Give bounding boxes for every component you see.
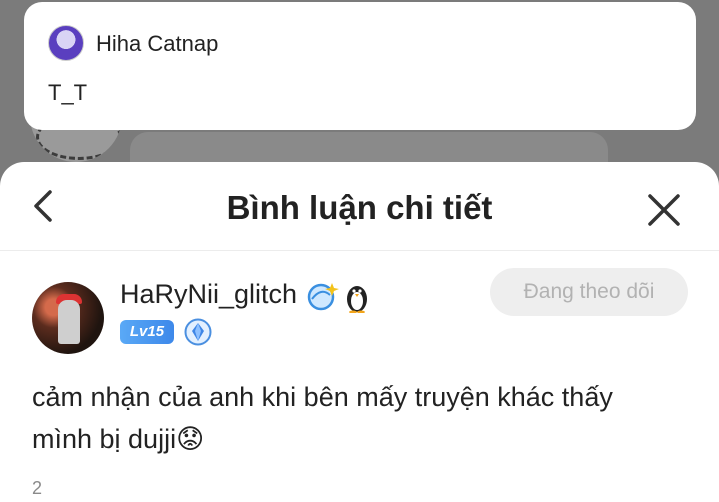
comment-text: cảm nhận của anh khi bên mấy truyện khác… <box>32 376 652 460</box>
toast-user-name[interactable]: Hiha Catnap <box>96 31 218 57</box>
comment-body: cảm nhận của anh khi bên mấy truyện khác… <box>32 382 613 454</box>
comment-detail-sheet: Bình luận chi tiết HaRyNii_glitch Lv15 Đ… <box>0 162 719 502</box>
close-icon[interactable] <box>644 190 684 230</box>
penguin-icon <box>347 286 367 313</box>
like-count: 2 <box>32 478 43 498</box>
user-name[interactable]: HaRyNii_glitch <box>120 279 297 310</box>
page-title: Bình luận chi tiết <box>226 189 493 226</box>
toast-avatar[interactable] <box>48 25 84 61</box>
sheet-header: Bình luận chi tiết <box>0 162 719 251</box>
gem-badge-icon <box>184 318 212 346</box>
level-badge: Lv15 <box>120 320 174 344</box>
avatar[interactable] <box>32 282 104 354</box>
worried-face-emoji: 😟 <box>176 424 205 454</box>
following-button[interactable]: Đang theo dõi <box>490 268 688 316</box>
reply-toast-card[interactable]: Hiha Catnap T_T <box>24 2 696 130</box>
toast-message: T_T <box>48 80 88 105</box>
sparkle-globe-icon <box>307 283 339 311</box>
decoration-icons <box>307 283 367 313</box>
